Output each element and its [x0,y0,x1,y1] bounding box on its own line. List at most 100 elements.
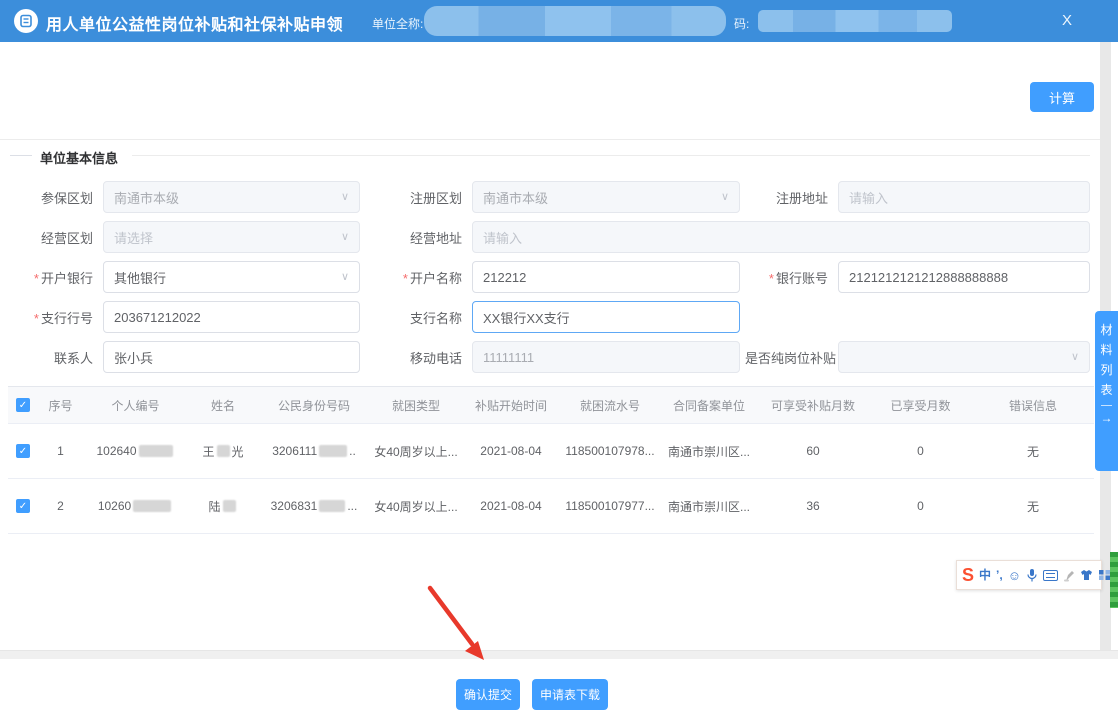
footer-divider [0,650,1118,659]
required-asterisk: * [34,271,39,286]
select-value: 南通市本级 [114,188,179,207]
chevron-down-icon: ∨ [721,192,729,203]
bank-account-input[interactable]: 2121212121212888888888 [838,261,1090,293]
redacted-credit-code [758,10,952,32]
zhuce-dizhi-input[interactable]: 请输入 [838,181,1090,213]
side-tab-char: 表 [1100,380,1112,400]
table-cell: 10260 [83,499,188,513]
required-asterisk: * [403,271,408,286]
column-header: 错误信息 [973,397,1093,414]
input-value: 2121212121212888888888 [849,270,1008,285]
document-list-icon [14,9,38,33]
contact-input[interactable]: 张小兵 [103,341,360,373]
table-cell: 无 [973,498,1093,515]
keyboard-icon[interactable] [1043,570,1058,581]
branch-name-input[interactable]: XX银行XX支行 [472,301,740,333]
confirm-submit-button[interactable]: 确认提交 [456,679,520,710]
select-placeholder: 请选择 [114,228,153,247]
canbao-quhua-select[interactable]: 南通市本级 ∨ [103,181,360,213]
chevron-down-icon: ∨ [1071,352,1079,363]
table-row: ✓210260陆3206831...女40周岁以上...2021-08-0411… [8,479,1094,534]
field-kaihu-name: *开户名称 212212 [392,261,740,293]
column-header: 可享受补贴月数 [758,397,868,414]
column-header: 序号 [38,397,83,414]
redacted-text [223,500,236,512]
row-checkbox[interactable]: ✓ [16,444,30,458]
skin-icon[interactable] [1080,569,1093,581]
select-all-checkbox[interactable]: ✓ [16,398,30,412]
pure-post-subsidy-select[interactable]: ∨ [838,341,1090,373]
redacted-text [139,445,173,457]
side-tab-divider [1101,405,1112,406]
field-label: 支行名称 [392,308,472,327]
table-cell: 0 [868,444,973,458]
table-body: ✓1102640王光3206111..女40周岁以上...2021-08-041… [8,424,1094,534]
input-placeholder: 请输入 [483,228,522,247]
field-jingying-dizhi: 经营地址 请输入 [392,221,1090,253]
table-cell: 女40周岁以上... [370,498,462,515]
table-cell: 南通市崇川区... [660,443,758,460]
field-pure-post-subsidy: 是否纯岗位补贴 ∨ [745,341,1090,373]
section-rule [132,155,1090,156]
table-cell: 3206831... [258,499,370,513]
table-cell: 118500107978... [560,444,660,458]
field-label: 联系人 [18,348,103,367]
field-label: *开户银行 [18,268,103,287]
handwriting-icon[interactable] [1063,569,1075,582]
download-application-button[interactable]: 申请表下载 [532,679,608,710]
chinese-mode-icon[interactable]: 中 [979,569,991,581]
input-value: 212212 [483,270,526,285]
ime-toolbar[interactable]: S 中 ’, ☺ [956,560,1102,590]
input-value: XX银行XX支行 [483,308,570,327]
sogou-logo-icon[interactable]: S [962,566,974,584]
table-cell: 102640 [83,444,188,458]
field-label: 注册地址 [745,188,838,207]
emoji-icon[interactable]: ☺ [1008,569,1021,582]
material-list-tab[interactable]: 材料列表 → [1095,311,1118,471]
arrow-right-icon: → [1101,411,1113,425]
section-title: 单位基本信息 [40,148,118,167]
field-label: *银行账号 [745,268,838,287]
table-cell: 无 [973,443,1093,460]
zhuce-quhua-select[interactable]: 南通市本级 ∨ [472,181,740,213]
close-icon[interactable]: X [1062,12,1072,29]
input-placeholder: 请输入 [849,188,888,207]
unit-name-label: 单位全称: [372,15,423,32]
input-value: 11111111 [483,350,534,365]
column-header: 姓名 [188,397,258,414]
kaihu-bank-select[interactable]: 其他银行 ∨ [103,261,360,293]
chevron-down-icon: ∨ [341,192,349,203]
table-cell: 2021-08-04 [462,499,560,513]
jingying-quhua-select[interactable]: 请选择 ∨ [103,221,360,253]
jingying-dizhi-input[interactable]: 请输入 [472,221,1090,253]
column-header: 已享受月数 [868,397,973,414]
microphone-icon[interactable] [1026,568,1038,583]
branch-code-input[interactable]: 203671212022 [103,301,360,333]
field-label: 注册区划 [392,188,472,207]
row-checkbox[interactable]: ✓ [16,499,30,513]
column-header: 补贴开始时间 [462,397,560,414]
row-checkbox-cell: ✓ [8,444,38,458]
required-asterisk: * [769,271,774,286]
input-value: 张小兵 [114,348,153,367]
table-cell: 0 [868,499,973,513]
table-cell: 南通市崇川区... [660,498,758,515]
divider [0,139,1100,140]
field-label: 经营区划 [18,228,103,247]
mobile-input[interactable]: 11111111 [472,341,740,373]
field-label: 经营地址 [392,228,472,247]
field-branch-code: *支行行号 203671212022 [18,301,360,333]
redacted-text [319,445,347,457]
field-branch-name: 支行名称 XX银行XX支行 [392,301,740,333]
field-bank-account: *银行账号 2121212121212888888888 [745,261,1090,293]
kaihu-name-input[interactable]: 212212 [472,261,740,293]
punctuation-icon[interactable]: ’, [996,569,1003,581]
field-zhuce-dizhi: 注册地址 请输入 [745,181,1090,213]
table-cell: 2021-08-04 [462,444,560,458]
field-label: *开户名称 [392,268,472,287]
subsidy-application-dialog: 用人单位公益性岗位补贴和社保补贴申领 单位全称: 码: X 计算 单位基本信息 … [0,0,1118,728]
table-cell: 36 [758,499,868,513]
redacted-text [133,500,171,512]
calculate-button[interactable]: 计算 [1030,82,1094,112]
select-all-checkbox-cell: ✓ [8,398,38,412]
